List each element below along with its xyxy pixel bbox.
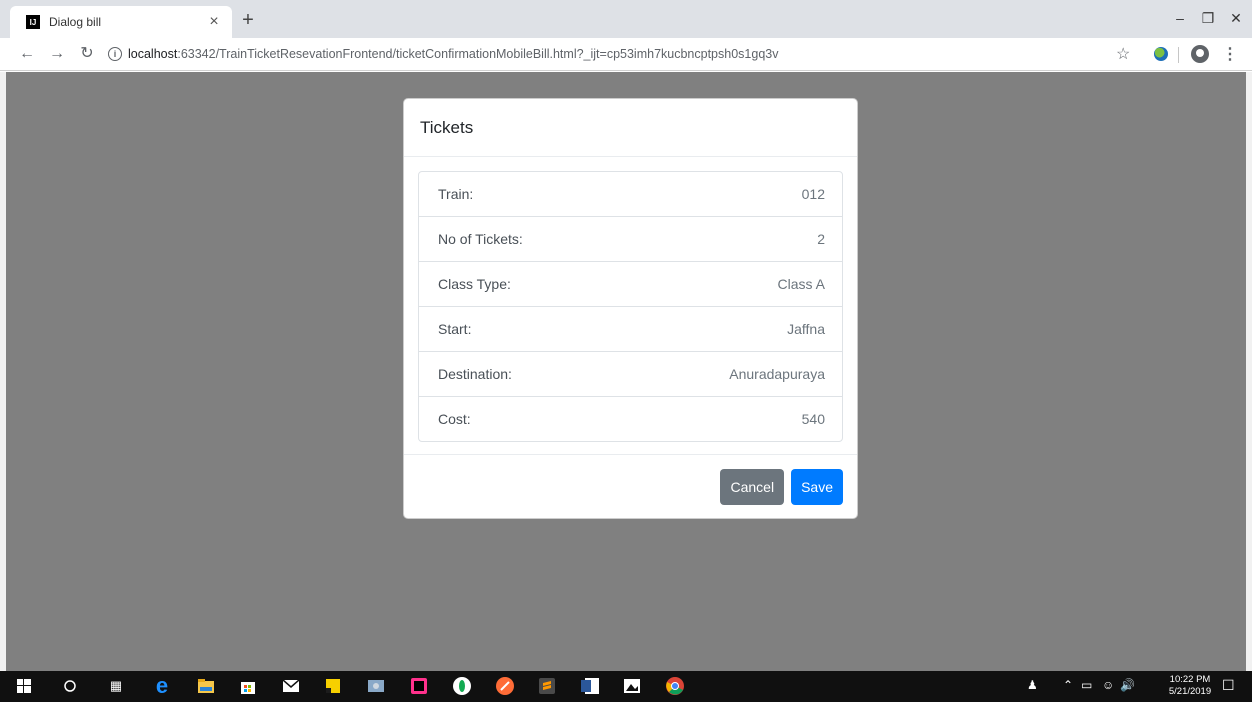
new-tab-button[interactable]: + — [236, 9, 260, 33]
back-icon[interactable]: ← — [16, 43, 38, 65]
file-explorer-icon[interactable] — [196, 676, 216, 696]
list-item-train: Train: 012 — [419, 172, 842, 217]
notifications-icon[interactable]: ☐ — [1222, 677, 1235, 694]
menu-icon[interactable]: ⋮ — [1222, 44, 1238, 64]
row-value: 2 — [817, 231, 825, 247]
minimize-icon[interactable]: – — [1168, 7, 1192, 29]
profile-icon[interactable] — [1191, 45, 1209, 63]
sublime-text-icon[interactable] — [537, 676, 557, 696]
chevron-up-icon[interactable]: ⌃ — [1063, 678, 1073, 692]
cancel-button[interactable]: Cancel — [720, 469, 785, 505]
extension-icon[interactable] — [1154, 47, 1168, 61]
intellij-icon: IJ — [26, 15, 40, 29]
row-value: Jaffna — [787, 321, 825, 337]
star-icon[interactable]: ☆ — [1116, 44, 1130, 64]
save-button[interactable]: Save — [791, 469, 843, 505]
mail-icon[interactable] — [281, 676, 301, 696]
row-value: Class A — [777, 276, 825, 292]
list-item-destination: Destination: Anuradapuraya — [419, 352, 842, 397]
info-icon[interactable]: i — [108, 47, 122, 61]
dialog-footer: Cancel Save — [404, 454, 857, 519]
sticky-notes-icon[interactable] — [323, 676, 343, 696]
taskbar: ▦ e ♟ ⌃ ▭ ☺ 🔊 10:22 PM 5/21/2019 ☐ — [0, 671, 1252, 702]
row-label: Train: — [438, 186, 474, 202]
chrome-icon[interactable] — [665, 676, 685, 696]
row-label: Start: — [438, 321, 472, 337]
tab-strip: IJ Dialog bill × + – ❐ ✕ — [0, 0, 1252, 38]
people-icon[interactable]: ♟ — [1027, 678, 1038, 692]
row-label: Cost: — [438, 411, 471, 427]
battery-icon[interactable]: ▭ — [1081, 678, 1092, 692]
list-item-cost: Cost: 540 — [419, 397, 842, 441]
url-host: localhost — [128, 47, 178, 61]
row-value: 540 — [801, 411, 825, 427]
list-item-start: Start: Jaffna — [419, 307, 842, 352]
postman-icon[interactable] — [495, 676, 515, 696]
dialog-body: Train: 012 No of Tickets: 2 Class Type: … — [404, 157, 857, 442]
task-view-icon[interactable]: ▦ — [106, 676, 126, 696]
maximize-icon[interactable]: ❐ — [1196, 7, 1220, 29]
dialog-header: Tickets — [404, 99, 857, 157]
system-clock[interactable]: 10:22 PM 5/21/2019 — [1168, 674, 1212, 698]
windows-start-icon[interactable] — [14, 676, 34, 696]
row-value: 012 — [801, 186, 825, 202]
page-edge-right — [1246, 72, 1252, 671]
tab-title: Dialog bill — [49, 15, 102, 29]
photos-icon[interactable] — [622, 676, 642, 696]
store-icon[interactable] — [238, 676, 258, 696]
tab-dialog-bill[interactable]: IJ Dialog bill × — [10, 6, 232, 38]
list-item-no-of-tickets: No of Tickets: 2 — [419, 217, 842, 262]
close-tab-icon[interactable]: × — [206, 14, 222, 30]
volume-icon[interactable]: 🔊 — [1120, 678, 1135, 692]
clock-time: 10:22 PM — [1169, 674, 1211, 685]
tickets-dialog: Tickets Train: 012 No of Tickets: 2 Clas… — [403, 98, 858, 519]
photos-app-icon[interactable] — [366, 676, 386, 696]
ticket-details-list: Train: 012 No of Tickets: 2 Class Type: … — [418, 171, 843, 442]
search-icon[interactable] — [60, 676, 80, 696]
toolbar-divider — [1178, 47, 1179, 63]
address-bar: ← → ↻ i localhost:63342/TrainTicketResev… — [0, 38, 1252, 71]
row-value: Anuradapuraya — [729, 366, 825, 382]
word-icon[interactable] — [580, 676, 600, 696]
url-field[interactable]: i localhost:63342/TrainTicketResevationF… — [108, 43, 1108, 65]
row-label: No of Tickets: — [438, 231, 523, 247]
reload-icon[interactable]: ↻ — [76, 43, 98, 65]
wifi-icon[interactable]: ☺ — [1102, 678, 1114, 692]
row-label: Class Type: — [438, 276, 511, 292]
url-path: :63342/TrainTicketResevationFrontend/tic… — [177, 47, 779, 61]
intellij-taskbar-icon[interactable] — [409, 676, 429, 696]
mongodb-icon[interactable] — [452, 676, 472, 696]
list-item-class-type: Class Type: Class A — [419, 262, 842, 307]
row-label: Destination: — [438, 366, 512, 382]
clock-date: 5/21/2019 — [1168, 686, 1212, 697]
dialog-title: Tickets — [420, 117, 474, 137]
close-window-icon[interactable]: ✕ — [1224, 7, 1248, 29]
edge-icon[interactable]: e — [152, 673, 172, 698]
forward-icon[interactable]: → — [46, 43, 68, 65]
